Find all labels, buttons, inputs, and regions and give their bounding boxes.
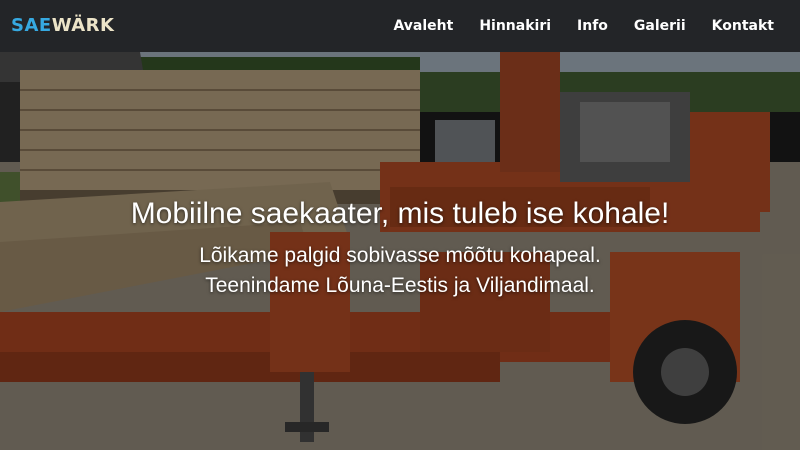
hero-text: Mobiilne saekaater, mis tuleb ise kohale… <box>0 194 800 300</box>
hero-section: Mobiilne saekaater, mis tuleb ise kohale… <box>0 52 800 450</box>
nav-link-kontakt[interactable]: Kontakt <box>712 18 774 34</box>
navbar: SAEWÄRK Avaleht Hinnakiri Info Galerii K… <box>0 0 800 52</box>
nav-link-galerii[interactable]: Galerii <box>634 18 686 34</box>
brand-part-wark: WÄRK <box>51 15 115 36</box>
hero-headline: Mobiilne saekaater, mis tuleb ise kohale… <box>130 197 670 230</box>
brand-part-sae: SAE <box>11 15 52 36</box>
nav-link-hinnakiri[interactable]: Hinnakiri <box>479 18 551 34</box>
main-nav: Avaleht Hinnakiri Info Galerii Kontakt <box>393 0 800 52</box>
nav-link-avaleht[interactable]: Avaleht <box>393 18 453 34</box>
hero-subline-1: Lõikame palgid sobivasse mõõtu kohapeal. <box>199 244 601 267</box>
brand-logo[interactable]: SAEWÄRK <box>11 14 115 38</box>
nav-link-info[interactable]: Info <box>577 18 608 34</box>
hero-subline-2: Teenindame Lõuna-Eestis ja Viljandimaal. <box>205 274 595 297</box>
